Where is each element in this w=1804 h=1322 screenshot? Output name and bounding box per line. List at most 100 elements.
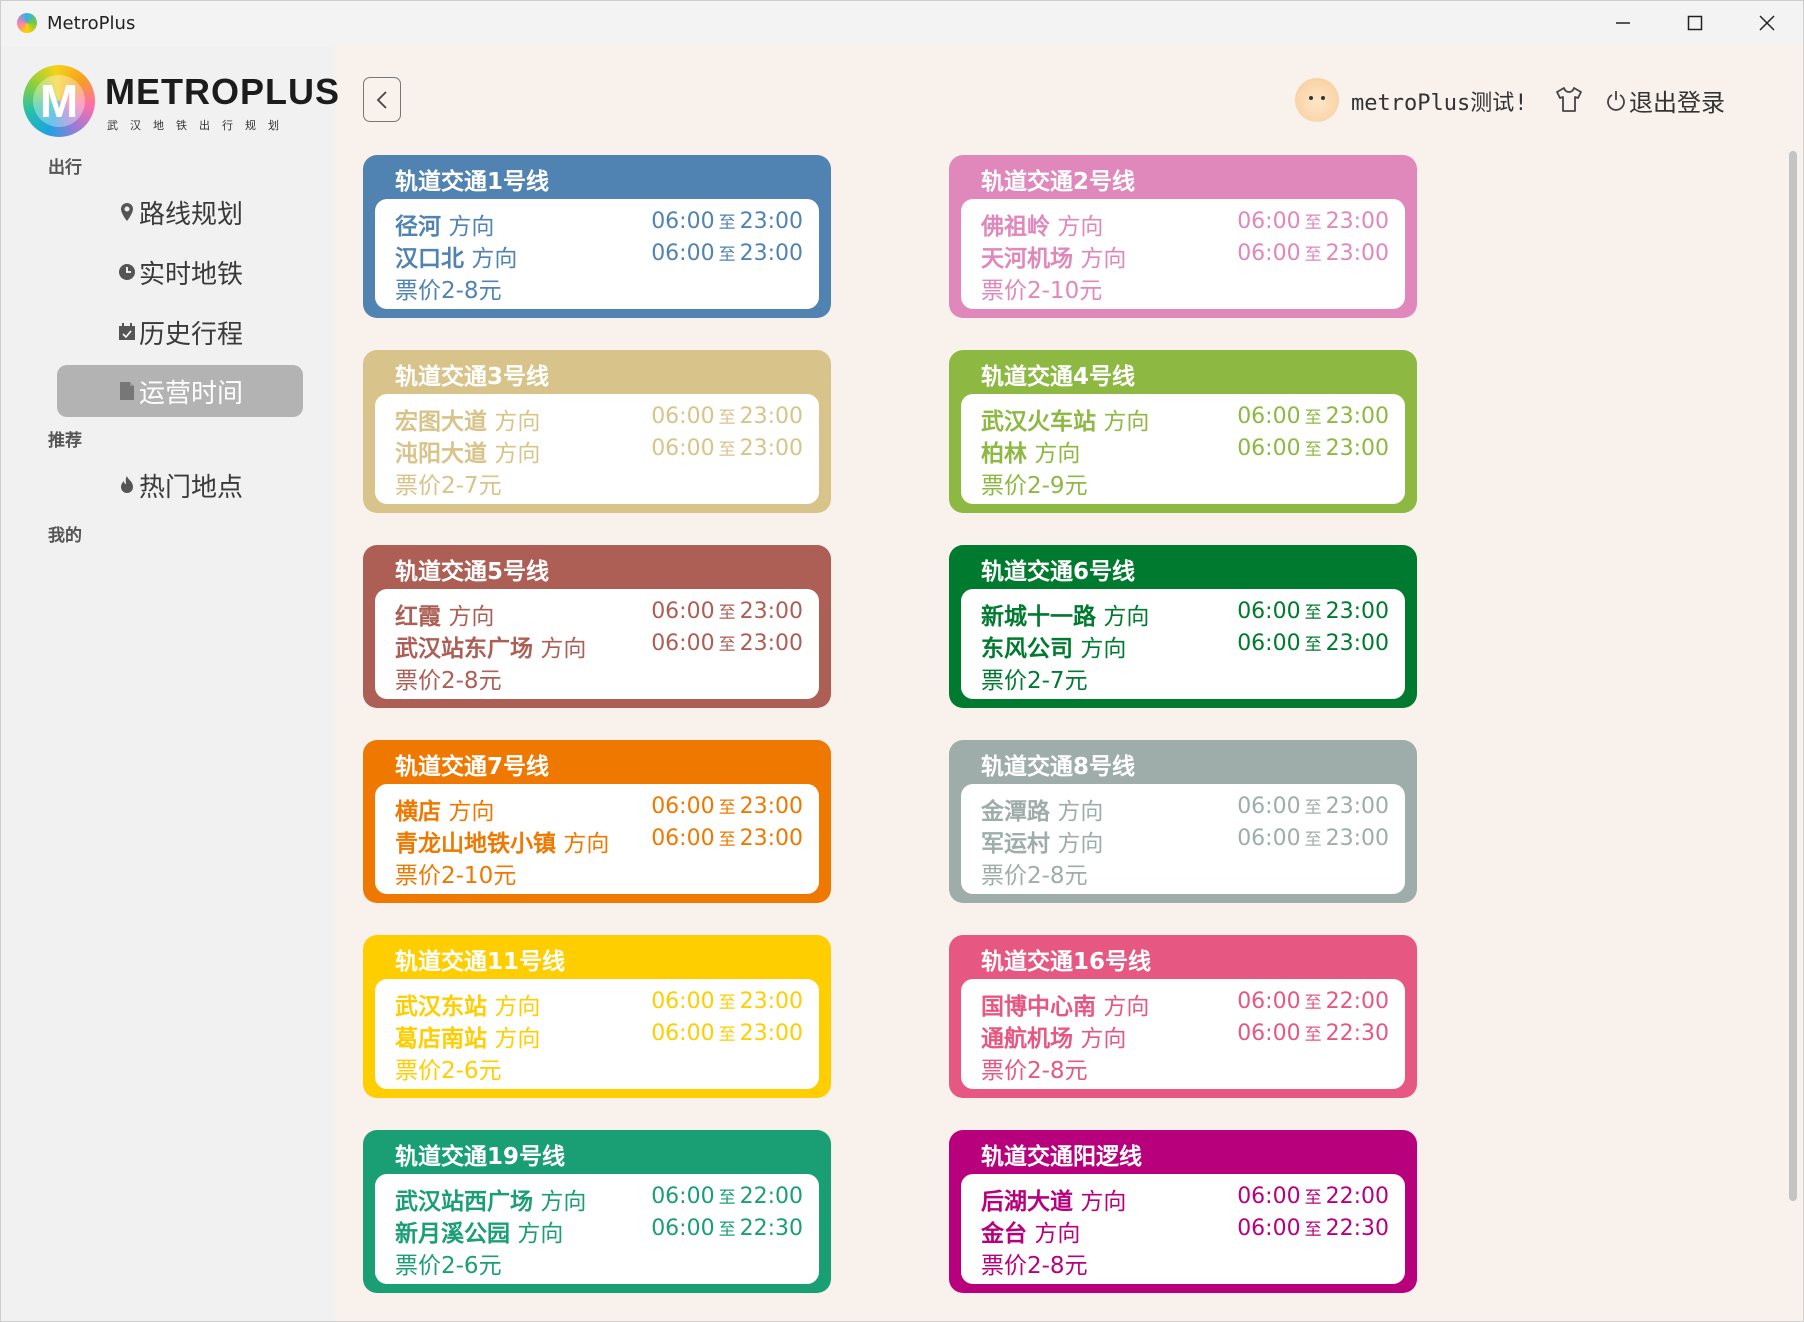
to-word: 至 [1304, 1220, 1322, 1240]
direction-row: 沌阳大道 方向 [395, 434, 540, 468]
line-card[interactable]: 轨道交通2号线 佛祖岭 方向 06:00 至 23:00 天河机场 方向 06:00 至 23:… [949, 155, 1417, 318]
first-train-time: 06:00 [1237, 1021, 1301, 1046]
sidebar-item-operating-hours[interactable]: 运营时间 [57, 365, 303, 417]
fare-range: 票价2-8元 [395, 668, 502, 694]
line-card[interactable]: 轨道交通阳逻线 后湖大道 方向 06:00 至 22:00 金台 方向 06:00 至 22:3… [949, 1130, 1417, 1293]
fare-range: 票价2-8元 [981, 863, 1088, 889]
logo-letter-m: M [33, 75, 85, 127]
title-bar: MetroPlus [1, 1, 1803, 45]
service-hours: 06:00 至 23:00 [651, 793, 803, 819]
line-card[interactable]: 轨道交通1号线 径河 方向 06:00 至 23:00 汉口北 方向 06:00 至 23:00… [363, 155, 831, 318]
line-card-body: 佛祖岭 方向 06:00 至 23:00 天河机场 方向 06:00 至 23:00 票价2-1… [961, 199, 1405, 309]
line-card[interactable]: 轨道交通8号线 金潭路 方向 06:00 至 23:00 军运村 方向 06:00 至 23:0… [949, 740, 1417, 903]
service-hours: 06:00 至 23:00 [1237, 403, 1389, 429]
terminal-station: 径河 [395, 214, 441, 240]
service-hours: 06:00 至 23:00 [651, 988, 803, 1014]
last-train-time: 23:00 [1325, 436, 1389, 461]
back-button[interactable] [363, 77, 401, 122]
line-card-body: 武汉火车站 方向 06:00 至 23:00 柏林 方向 06:00 至 23:00 票价2-9… [961, 394, 1405, 504]
line-card[interactable]: 轨道交通11号线 武汉东站 方向 06:00 至 23:00 葛店南站 方向 06:00 至 2… [363, 935, 831, 1098]
to-word: 至 [1304, 440, 1322, 460]
sidebar-item-popular-places[interactable]: 热门地点 [57, 459, 303, 511]
direction-word: 方向 [494, 441, 541, 467]
terminal-station: 国博中心南 [981, 994, 1096, 1020]
sidebar-item-route-planning[interactable]: 路线规划 [57, 186, 303, 238]
shirt-icon[interactable] [1554, 85, 1584, 113]
app-icon [17, 13, 37, 33]
direction-word: 方向 [1080, 636, 1127, 662]
direction-row: 径河 方向 [395, 207, 494, 241]
direction-word: 方向 [540, 1189, 587, 1215]
to-word: 至 [1304, 830, 1322, 850]
to-word: 至 [1304, 408, 1322, 428]
terminal-station: 武汉站东广场 [395, 636, 533, 662]
direction-word: 方向 [1080, 1026, 1127, 1052]
scrollbar[interactable] [1789, 147, 1799, 1317]
direction-row: 金台 方向 [981, 1214, 1080, 1248]
direction-row: 天河机场 方向 [981, 239, 1126, 273]
fare-range: 票价2-9元 [981, 473, 1088, 499]
line-card-body: 红霞 方向 06:00 至 23:00 武汉站东广场 方向 06:00 至 23:00 票价2-… [375, 589, 819, 699]
direction-row: 国博中心南 方向 [981, 987, 1149, 1021]
direction-word: 方向 [448, 214, 495, 240]
last-train-time: 23:00 [739, 1021, 803, 1046]
line-card[interactable]: 轨道交通6号线 新城十一路 方向 06:00 至 23:00 东风公司 方向 06:00 至 2… [949, 545, 1417, 708]
calendar-icon [117, 320, 137, 344]
service-hours: 06:00 至 23:00 [1237, 240, 1389, 266]
line-card[interactable]: 轨道交通4号线 武汉火车站 方向 06:00 至 23:00 柏林 方向 06:00 至 23:… [949, 350, 1417, 513]
service-hours: 06:00 至 23:00 [651, 240, 803, 266]
minimize-icon [1616, 22, 1630, 24]
minimize-button[interactable] [1587, 1, 1659, 45]
last-train-time: 22:00 [1325, 1184, 1389, 1209]
line-card[interactable]: 轨道交通7号线 横店 方向 06:00 至 23:00 青龙山地铁小镇 方向 06:00 至 2… [363, 740, 831, 903]
scrollbar-thumb[interactable] [1789, 151, 1797, 1201]
service-hours: 06:00 至 23:00 [651, 825, 803, 851]
line-card[interactable]: 轨道交通3号线 宏图大道 方向 06:00 至 23:00 沌阳大道 方向 06:00 至 23… [363, 350, 831, 513]
service-hours: 06:00 至 23:00 [651, 403, 803, 429]
last-train-time: 23:00 [739, 436, 803, 461]
window-title: MetroPlus [47, 12, 136, 34]
document-icon [117, 379, 137, 403]
service-hours: 06:00 至 23:00 [1237, 598, 1389, 624]
last-train-time: 22:30 [1325, 1021, 1389, 1046]
to-word: 至 [718, 830, 736, 850]
line-card-body: 武汉东站 方向 06:00 至 23:00 葛店南站 方向 06:00 至 23:00 票价2-… [375, 979, 819, 1089]
sidebar-item-trip-history[interactable]: 历史行程 [57, 306, 303, 358]
terminal-station: 军运村 [981, 831, 1050, 857]
last-train-time: 23:00 [739, 599, 803, 624]
direction-word: 方向 [540, 636, 587, 662]
direction-word: 方向 [448, 604, 495, 630]
terminal-station: 宏图大道 [395, 409, 487, 435]
line-card-body: 国博中心南 方向 06:00 至 22:00 通航机场 方向 06:00 至 22:30 票价2… [961, 979, 1405, 1089]
last-train-time: 23:00 [1325, 631, 1389, 656]
maximize-button[interactable] [1659, 1, 1731, 45]
service-hours: 06:00 至 23:00 [651, 630, 803, 656]
close-button[interactable] [1731, 1, 1803, 45]
direction-row: 横店 方向 [395, 792, 494, 826]
logo-subtitle: 武汉地铁出行规划 [107, 119, 291, 132]
to-word: 至 [718, 408, 736, 428]
clock-icon [117, 260, 137, 284]
power-icon [1607, 90, 1625, 111]
service-hours: 06:00 至 23:00 [651, 598, 803, 624]
avatar[interactable] [1295, 78, 1339, 122]
direction-row: 武汉站东广场 方向 [395, 629, 586, 663]
direction-row: 新月溪公园 方向 [395, 1214, 563, 1248]
fare-range: 票价2-8元 [395, 278, 502, 304]
line-card[interactable]: 轨道交通19号线 武汉站西广场 方向 06:00 至 22:00 新月溪公园 方向 06:0… [363, 1130, 831, 1293]
line-card[interactable]: 轨道交通16号线 国博中心南 方向 06:00 至 22:00 通航机场 方向 06:00 至… [949, 935, 1417, 1098]
line-card[interactable]: 轨道交通5号线 红霞 方向 06:00 至 23:00 武汉站东广场 方向 06:00 至 23… [363, 545, 831, 708]
sidebar-item-label: 历史行程 [138, 319, 243, 350]
last-train-time: 23:00 [739, 826, 803, 851]
line-card-body: 径河 方向 06:00 至 23:00 汉口北 方向 06:00 至 23:00 票价2-8元 [375, 199, 819, 309]
to-word: 至 [718, 1188, 736, 1208]
direction-word: 方向 [494, 994, 541, 1020]
first-train-time: 06:00 [1237, 209, 1301, 234]
fare-range: 票价2-7元 [981, 668, 1088, 694]
logout-button[interactable]: 退出登录 [1605, 83, 1725, 118]
service-hours: 06:00 至 22:30 [1237, 1020, 1389, 1046]
direction-word: 方向 [448, 799, 495, 825]
sidebar-item-realtime-metro[interactable]: 实时地铁 [57, 246, 303, 298]
to-word: 至 [1304, 603, 1322, 623]
last-train-time: 23:00 [1325, 826, 1389, 851]
